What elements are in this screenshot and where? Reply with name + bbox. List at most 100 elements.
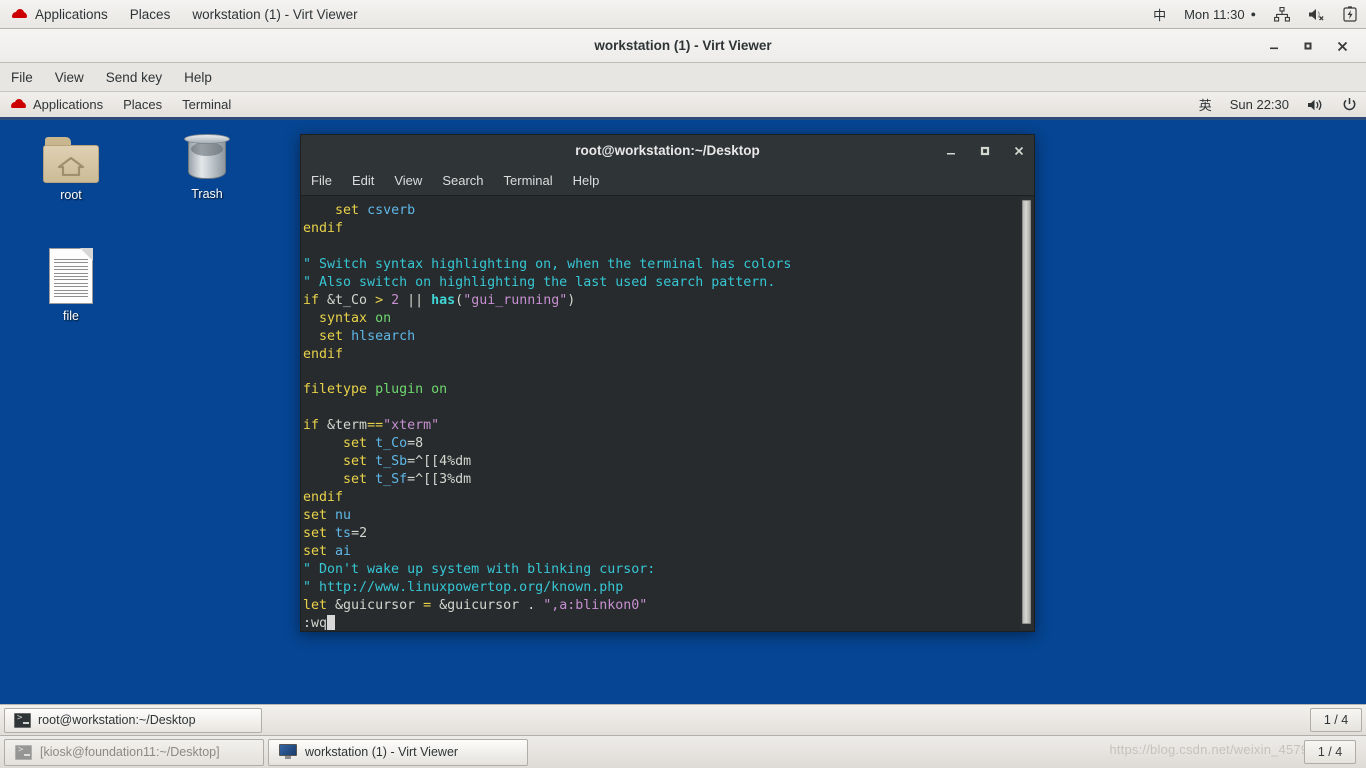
terminal-span: hlsearch xyxy=(351,328,416,344)
terminal-span: let xyxy=(303,597,328,613)
terminal-span: ) xyxy=(567,292,576,308)
host-clock-label: Mon 11:30 xyxy=(1184,6,1245,22)
desktop-icon-root[interactable]: root xyxy=(28,137,114,202)
terminal-titlebar: root@workstation:~/Desktop xyxy=(300,134,1035,166)
terminal-line: " Don't wake up system with blinking cur… xyxy=(303,561,1034,579)
term-menu-terminal[interactable]: Terminal xyxy=(494,166,563,196)
host-places-label: Places xyxy=(129,6,171,22)
file-text-lines xyxy=(54,259,88,300)
guest-places-menu[interactable]: Places xyxy=(113,91,172,118)
terminal-maximize-button[interactable] xyxy=(978,144,992,158)
vv-menu-view[interactable]: View xyxy=(44,63,95,92)
host-clock[interactable]: Mon 11:30 ● xyxy=(1175,7,1265,22)
terminal-span: "xterm" xyxy=(383,418,440,434)
host-task-kiosk-terminal[interactable]: [kiosk@foundation11:~/Desktop] xyxy=(4,738,264,766)
terminal-line: " http://www.linuxpowertop.org/known.php xyxy=(303,579,1034,597)
terminal-body[interactable]: set csverb endif " Switch syntax highligh… xyxy=(300,196,1035,632)
terminal-span: t_Co xyxy=(375,436,408,452)
terminal-span: on xyxy=(431,382,448,398)
terminal-span: syntax xyxy=(319,310,368,326)
guest-task-terminal[interactable]: root@workstation:~/Desktop xyxy=(4,707,262,733)
screen: Applications Places workstation (1) - Vi… xyxy=(0,0,1366,768)
terminal-text-content: set csverb endif " Switch syntax highligh… xyxy=(301,202,1034,631)
guest-input-method-label: 英 xyxy=(1198,98,1212,113)
terminal-span xyxy=(327,526,335,541)
guest-desktop: root Trash file root@workstation:~/Deskt… xyxy=(0,119,1366,704)
terminal-close-button[interactable] xyxy=(1012,144,1026,158)
terminal-line: set ts=2 xyxy=(303,525,1034,543)
virt-viewer-menubar: File View Send key Help xyxy=(0,63,1366,92)
guest-workspace-indicator[interactable]: 1 / 4 xyxy=(1310,708,1362,732)
terminal-span: ",a:blinkon0" xyxy=(543,597,648,613)
terminal-line: " Also switch on highlighting the last u… xyxy=(303,274,1034,292)
terminal-span xyxy=(343,329,351,344)
guest-places-label: Places xyxy=(123,97,163,112)
host-applications-menu[interactable]: Applications xyxy=(0,0,119,29)
volume-muted-icon-glyph xyxy=(1309,8,1324,21)
vv-menu-send-key[interactable]: Send key xyxy=(95,63,173,92)
maximize-icon xyxy=(980,146,990,156)
vv-maximize-button[interactable] xyxy=(1300,38,1316,54)
terminal-minimize-button[interactable] xyxy=(944,144,958,158)
terminal-menubar: File Edit View Search Terminal Help xyxy=(300,166,1035,196)
terminal-span: endif xyxy=(303,346,344,362)
desktop-icon-trash[interactable]: Trash xyxy=(164,132,250,201)
terminal-span: = xyxy=(423,597,432,613)
terminal-line: set hlsearch xyxy=(303,328,1034,346)
terminal-span xyxy=(303,472,343,487)
power-icon-glyph xyxy=(1343,98,1356,111)
terminal-title: root@workstation:~/Desktop xyxy=(575,143,760,158)
battery-charging-icon[interactable] xyxy=(1334,6,1366,22)
term-menu-view[interactable]: View xyxy=(384,166,432,196)
guest-volume-icon[interactable] xyxy=(1298,98,1333,112)
virt-viewer-titlebar: workstation (1) - Virt Viewer xyxy=(0,29,1366,63)
terminal-scrollbar[interactable] xyxy=(1020,197,1033,630)
terminal-line: " Switch syntax highlighting on, when th… xyxy=(303,256,1034,274)
guest-terminal-menu[interactable]: Terminal xyxy=(172,91,241,118)
terminal-span: :wq xyxy=(303,615,328,631)
host-places-menu[interactable]: Places xyxy=(119,0,182,29)
host-clock-dot: ● xyxy=(1250,9,1256,19)
volume-muted-icon[interactable] xyxy=(1299,7,1334,22)
host-task-virt-viewer[interactable]: workstation (1) - Virt Viewer xyxy=(268,738,528,766)
guest-applications-menu[interactable]: Applications xyxy=(0,91,113,118)
terminal-span: set xyxy=(303,507,328,523)
vv-menu-help[interactable]: Help xyxy=(173,63,223,92)
terminal-span xyxy=(303,203,335,218)
guest-applications-label: Applications xyxy=(33,97,104,112)
guest-clock[interactable]: Sun 22:30 xyxy=(1221,97,1298,112)
terminal-line: set ai xyxy=(303,543,1034,561)
term-menu-file[interactable]: File xyxy=(301,166,342,196)
term-menu-edit[interactable]: Edit xyxy=(342,166,384,196)
host-window-menu[interactable]: workstation (1) - Virt Viewer xyxy=(181,0,368,29)
terminal-span xyxy=(303,311,319,326)
terminal-icon xyxy=(15,744,32,760)
vv-menu-file[interactable]: File xyxy=(0,63,44,92)
terminal-line: set t_Co=8 xyxy=(303,435,1034,453)
minimize-icon xyxy=(1270,47,1278,50)
terminal-span: endif xyxy=(303,220,344,236)
desktop-icon-file[interactable]: file xyxy=(28,248,114,323)
vv-close-button[interactable] xyxy=(1334,38,1350,54)
close-icon xyxy=(1014,146,1024,156)
terminal-span: " Switch syntax highlighting on, when th… xyxy=(303,256,792,272)
redhat-logo-icon xyxy=(11,8,28,21)
terminal-span xyxy=(303,436,343,451)
host-workspace-indicator[interactable]: 1 / 4 xyxy=(1304,740,1356,764)
virt-viewer-title: workstation (1) - Virt Viewer xyxy=(594,38,772,53)
guest-terminal-label: Terminal xyxy=(182,97,232,112)
term-menu-help[interactable]: Help xyxy=(563,166,610,196)
vv-minimize-button[interactable] xyxy=(1266,38,1282,54)
terminal-scrollbar-thumb[interactable] xyxy=(1022,200,1031,624)
power-icon[interactable] xyxy=(1333,97,1366,112)
terminal-span: endif xyxy=(303,490,344,505)
network-icon[interactable] xyxy=(1265,6,1299,22)
guest-input-method-indicator[interactable]: 英 xyxy=(1190,95,1221,114)
term-menu-search[interactable]: Search xyxy=(432,166,493,196)
host-input-method-indicator[interactable]: 中 xyxy=(1144,5,1175,24)
terminal-span: ai xyxy=(335,543,352,559)
terminal-line: filetype plugin on xyxy=(303,381,1034,399)
terminal-window: root@workstation:~/Desktop File Edit Vie… xyxy=(300,134,1035,632)
terminal-span: > xyxy=(375,292,384,308)
